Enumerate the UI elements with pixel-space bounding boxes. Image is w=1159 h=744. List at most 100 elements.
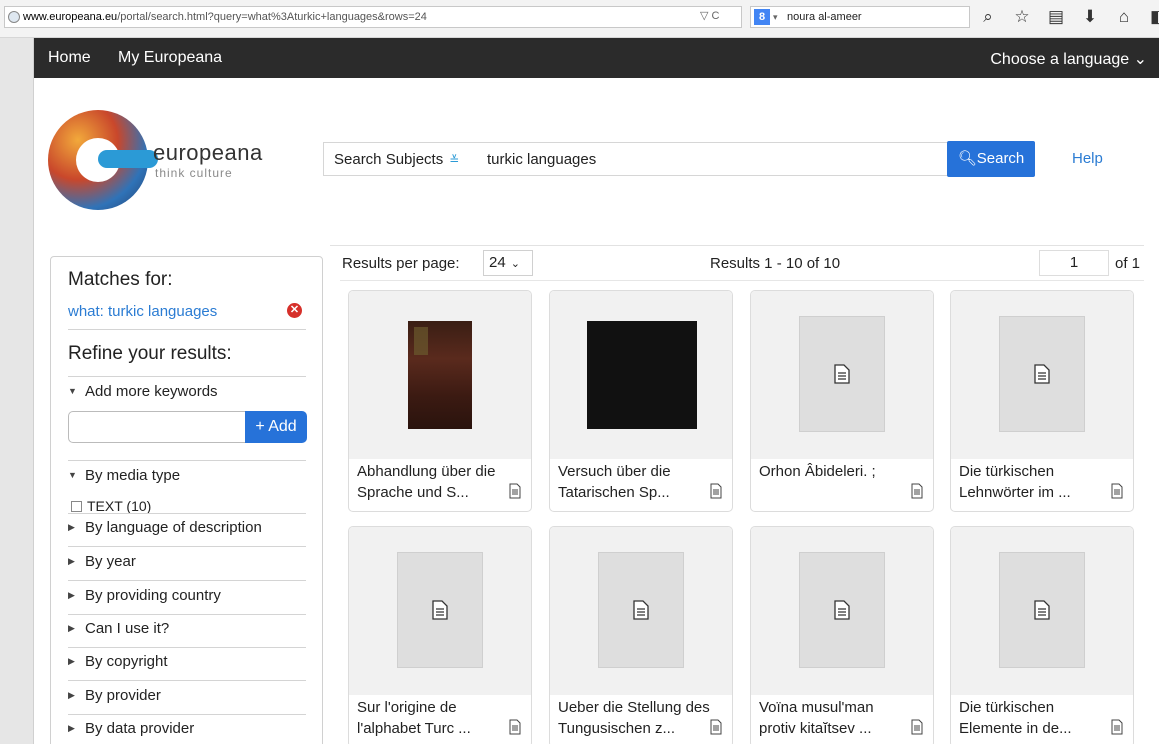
text-document-icon [509, 483, 521, 499]
bookmarks-icon[interactable]: ▤ [1046, 7, 1066, 27]
result-title-line2[interactable]: Tungusischen z... [558, 720, 675, 737]
result-title-line1[interactable]: Ueber die Stellung des [558, 699, 710, 716]
result-card[interactable]: Abhandlung über die Sprache und S... [348, 290, 532, 512]
nav-home[interactable]: Home [48, 49, 91, 67]
home-icon[interactable]: ⌂ [1114, 7, 1134, 27]
browser-toolbar: www.europeana.eu/portal/search.html?quer… [0, 0, 1159, 38]
caret-down-icon: ▼ [68, 386, 77, 396]
nav-my-europeana[interactable]: My Europeana [118, 49, 222, 67]
result-title-line2[interactable]: Tatarischen Sp... [558, 484, 670, 501]
search-engine-chevron-icon[interactable]: ▾ [773, 7, 778, 27]
browser-side-strip [0, 38, 34, 744]
remove-filter-icon[interactable]: ✕ [287, 303, 302, 318]
checkbox-icon[interactable] [71, 501, 82, 512]
text-document-icon [911, 483, 923, 499]
result-title-line1[interactable]: Orhon Âbideleri. ; [759, 463, 876, 480]
globe-icon [8, 11, 20, 23]
facet-label: By language of description [85, 519, 262, 536]
caret-right-icon: ▶ [68, 590, 75, 600]
browser-search-bar[interactable]: 8 ▾ noura al-ameer [750, 6, 970, 28]
search-icon[interactable]: ⌕ [978, 7, 998, 27]
result-card[interactable]: Orhon Âbideleri. ; [750, 290, 934, 512]
refine-sidebar: Matches for: what: turkic languages ✕ Re… [50, 256, 323, 744]
result-title-line1[interactable]: Die türkischen [959, 699, 1054, 716]
search-input[interactable] [487, 143, 947, 175]
caret-right-icon: ▶ [68, 723, 75, 733]
facet-copyright[interactable]: ▶ By copyright [68, 653, 168, 670]
facet-label: By year [85, 553, 136, 570]
divider [68, 614, 306, 615]
placeholder-thumbnail [799, 316, 885, 432]
divider [340, 280, 1144, 281]
keyword-input[interactable] [68, 411, 246, 443]
thumbnail[interactable] [550, 291, 732, 459]
result-title-line2[interactable]: Elemente in de... [959, 720, 1072, 737]
result-title-line1[interactable]: Sur l'origine de [357, 699, 457, 716]
result-card[interactable]: Die türkischen Elemente in de... [950, 526, 1134, 744]
facet-year[interactable]: ▶ By year [68, 553, 136, 570]
page-number-input[interactable]: 1 [1039, 250, 1109, 276]
result-title-line1[interactable]: Voïna musul'man [759, 699, 874, 716]
result-title-line2[interactable]: Lehnwörter im ... [959, 484, 1071, 501]
facet-provider[interactable]: ▶ By provider [68, 687, 161, 704]
language-selector[interactable]: Choose a language ⌄ [990, 49, 1147, 69]
match-term-link[interactable]: what: turkic languages [68, 303, 217, 320]
facet-add-keywords[interactable]: ▼ Add more keywords [68, 383, 218, 400]
text-filter-checkbox[interactable]: TEXT (10) [71, 498, 151, 514]
result-title-line1[interactable]: Die türkischen [959, 463, 1054, 480]
facet-language[interactable]: ▶ By language of description [68, 519, 262, 536]
text-document-icon [911, 719, 923, 735]
logo-bar [98, 150, 158, 168]
thumbnail[interactable] [349, 527, 531, 695]
help-link[interactable]: Help [1072, 150, 1103, 167]
results-count: Results 1 - 10 of 10 [710, 255, 841, 272]
result-card[interactable]: Die türkischen Lehnwörter im ... [950, 290, 1134, 512]
result-title-line1[interactable]: Versuch über die [558, 463, 671, 480]
facet-can-i-use[interactable]: ▶ Can I use it? [68, 620, 169, 637]
thumbnail[interactable] [550, 527, 732, 695]
page-total: of 1 [1115, 255, 1141, 272]
result-title-line2[interactable]: protiv kitaĭtsev ... [759, 720, 872, 737]
search-icon: 🔍︎ [957, 150, 977, 167]
caret-down-icon: ▼ [68, 470, 77, 480]
placeholder-thumbnail [598, 552, 684, 668]
thumbnail[interactable] [751, 527, 933, 695]
divider [68, 680, 306, 681]
text-document-icon [633, 600, 649, 620]
download-icon[interactable]: ⬇ [1080, 7, 1100, 27]
thumbnail[interactable] [349, 291, 531, 459]
divider [68, 714, 306, 715]
extension-icon[interactable]: ◧ [1148, 7, 1159, 27]
address-bar[interactable]: www.europeana.eu/portal/search.html?quer… [4, 6, 742, 28]
logo-tagline: think culture [155, 166, 233, 180]
text-document-icon [834, 600, 850, 620]
placeholder-thumbnail [999, 552, 1085, 668]
result-title-line2[interactable]: Sprache und S... [357, 484, 469, 501]
result-card[interactable]: Voïna musul'man protiv kitaĭtsev ... [750, 526, 934, 744]
results-per-page-select[interactable]: 24 ⌄ [483, 250, 533, 276]
thumbnail[interactable] [951, 291, 1133, 459]
facet-media-type[interactable]: ▼ By media type [68, 467, 180, 484]
result-title-line1[interactable]: Abhandlung über die [357, 463, 495, 480]
thumbnail[interactable] [751, 291, 933, 459]
result-card[interactable]: Sur l'origine de l'alphabet Turc ... [348, 526, 532, 744]
result-card[interactable]: Versuch über die Tatarischen Sp... [549, 290, 733, 512]
result-title-line2[interactable]: l'alphabet Turc ... [357, 720, 471, 737]
facet-data-provider[interactable]: ▶ By data provider [68, 720, 194, 737]
search-subjects-dropdown[interactable]: Search Subjects ≚ [334, 151, 459, 168]
facet-country[interactable]: ▶ By providing country [68, 587, 221, 604]
placeholder-thumbnail [999, 316, 1085, 432]
divider [68, 460, 306, 461]
caret-right-icon: ▶ [68, 556, 75, 566]
search-button[interactable]: 🔍︎Search [947, 141, 1035, 177]
text-document-icon [834, 364, 850, 384]
thumbnail[interactable] [951, 527, 1133, 695]
europeana-logo[interactable]: europeana think culture [48, 110, 262, 220]
logo-name: europeana [153, 140, 263, 165]
reload-icon[interactable]: ▽ C [700, 9, 719, 22]
star-icon[interactable]: ☆ [1012, 7, 1032, 27]
divider [68, 329, 306, 330]
result-card[interactable]: Ueber die Stellung des Tungusischen z... [549, 526, 733, 744]
url-domain: www.europeana.eu [23, 11, 118, 23]
add-keyword-button[interactable]: + Add [245, 411, 307, 443]
